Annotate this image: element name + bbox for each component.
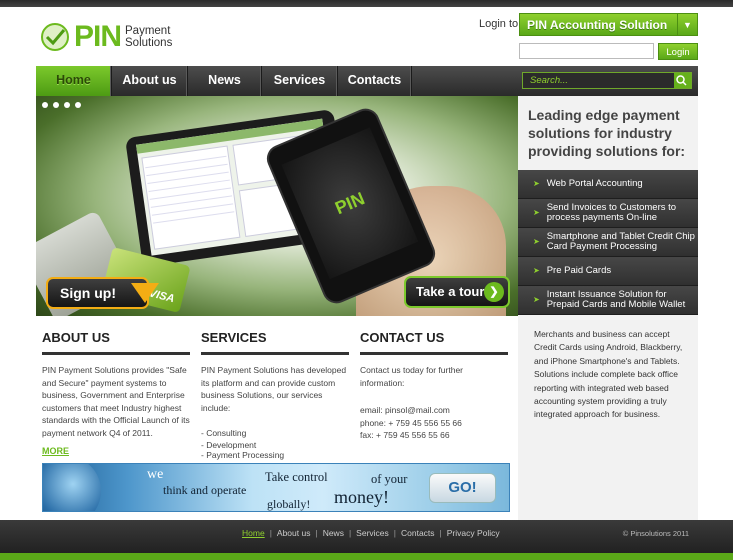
arrow-down-icon	[131, 283, 159, 303]
arrow-right-icon: ➤	[533, 207, 540, 217]
phone-logo: PIN	[281, 127, 419, 280]
about-title: ABOUT US	[42, 330, 190, 355]
more-link[interactable]: MORE	[42, 446, 69, 456]
arrow-right-icon: ➤	[533, 236, 540, 246]
slide-indicators	[42, 102, 81, 108]
search-icon	[676, 75, 687, 86]
slide-dot[interactable]	[42, 102, 48, 108]
footer-accent-bar	[0, 553, 733, 560]
separator: |	[393, 528, 396, 538]
copyright: © Pinsolutions 2011	[622, 529, 689, 538]
contact-fax: fax: + 759 45 556 55 66	[360, 430, 450, 441]
login-select-value: PIN Accounting Solution	[527, 17, 668, 32]
separator: |	[269, 528, 272, 538]
footer-link-contacts[interactable]: Contacts	[401, 528, 435, 538]
solution-item[interactable]: ➤ Pre Paid Cards	[518, 257, 698, 286]
services-text: PIN Payment Solutions has developed its …	[201, 365, 347, 413]
logo-subtitle-line1: Payment	[125, 25, 171, 37]
signup-button[interactable]: Sign up!	[46, 277, 159, 309]
top-bar	[0, 0, 733, 7]
slide-dot[interactable]	[75, 102, 81, 108]
take-tour-button[interactable]: Take a tour ❯	[404, 276, 510, 308]
slide-dot[interactable]	[53, 102, 59, 108]
services-title: SERVICES	[201, 330, 349, 355]
separator: |	[348, 528, 352, 538]
footer-link-news[interactable]: News	[323, 528, 344, 538]
services-list-item: - Consulting	[201, 428, 247, 439]
logo-subtitle-line2: Solutions	[125, 37, 173, 49]
contact-title: CONTACT US	[360, 330, 508, 355]
banner-text-think: think and operate	[163, 483, 247, 497]
login-input[interactable]	[519, 43, 654, 59]
footer-link-home[interactable]: Home	[242, 528, 265, 538]
search-input[interactable]: Search...	[522, 72, 692, 89]
right-panel-heading: Leading edge payment solutions for indus…	[528, 107, 686, 159]
arrow-right-icon: ➤	[533, 265, 540, 275]
signup-label: Sign up!	[60, 285, 116, 301]
contact-details: email: pinsol@mail.com phone: + 759 45 5…	[360, 404, 508, 442]
tour-label: Take a tour	[416, 284, 485, 299]
banner-text-globally: globally!	[267, 497, 311, 511]
arrow-right-icon: ❯	[484, 282, 504, 302]
hero-banner: VISA PIN Sign up! Take a tour ❯	[36, 96, 518, 316]
solution-label: Smartphone and Tablet Credit Chip Card P…	[546, 230, 695, 252]
login-target-select[interactable]: PIN Accounting Solution ▼	[519, 13, 698, 36]
search-button[interactable]	[674, 73, 691, 88]
footer-link-services[interactable]: Services	[356, 528, 389, 538]
solutions-list: ➤ Web Portal Accounting ➤ Send Invoices to…	[518, 170, 698, 315]
services-list-item: - Development	[201, 439, 257, 450]
solution-item[interactable]: ➤ Smartphone and Tablet Credit Chip Card …	[518, 228, 698, 257]
slide-dot[interactable]	[64, 102, 70, 108]
about-text: PIN Payment Solutions provides "Safe and…	[42, 365, 190, 438]
solution-label: Send Invoices to Customers to process pa…	[546, 201, 677, 223]
chevron-down-icon: ▼	[677, 14, 697, 35]
logo-shield-icon	[40, 22, 70, 52]
banner-text-money: money!	[334, 487, 389, 507]
logo-text: PIN	[74, 20, 122, 53]
banner-text-of-your: of your	[371, 472, 408, 486]
nav-news[interactable]: News	[188, 66, 262, 96]
contact-phone: phone: + 759 45 556 55 66	[360, 417, 462, 428]
separator: |	[315, 528, 318, 538]
contact-intro: Contact us today for further information…	[360, 365, 463, 388]
right-panel: Leading edge payment solutions for indus…	[518, 96, 698, 520]
solution-item[interactable]: ➤ Web Portal Accounting	[518, 170, 698, 199]
globe-icon	[43, 464, 101, 511]
footer-links: Home | About us | News | Services | Contacts | Pri…	[242, 528, 500, 538]
search-placeholder: Search...	[530, 75, 569, 86]
contact-section: CONTACT US Contact us today for further …	[360, 330, 508, 442]
nav-home[interactable]: Home	[36, 66, 112, 96]
services-section: SERVICES PIN Payment Solutions has devel…	[201, 330, 349, 460]
solution-item[interactable]: ➤ Instant Issuance Solution for Prepaid C…	[518, 286, 698, 315]
banner-text-we: we	[147, 467, 164, 482]
login-label: Login to:	[479, 18, 522, 30]
banner-text-take: Take control	[265, 470, 328, 484]
arrow-right-icon: ➤	[533, 294, 540, 304]
logo[interactable]: PIN Payment Solutions	[40, 20, 172, 54]
separator: |	[439, 528, 442, 538]
about-section: ABOUT US PIN Payment Solutions provides …	[42, 330, 190, 457]
promo-banner[interactable]: we think and operate globally! Take cont…	[42, 463, 510, 512]
solution-item[interactable]: ➤ Send Invoices to Customers to process p…	[518, 199, 698, 228]
contact-email[interactable]: email: pinsol@mail.com	[360, 404, 508, 417]
solution-label: Web Portal Accounting	[546, 177, 643, 189]
logo-subtitle: Payment Solutions	[125, 25, 172, 49]
arrow-right-icon: ➤	[533, 178, 540, 188]
login-button[interactable]: Login	[658, 43, 698, 60]
footer-link-privacy[interactable]: Privacy Policy	[447, 528, 500, 538]
solution-label: Instant Issuance Solution for Prepaid Ca…	[546, 288, 686, 310]
services-list: - Consulting - Development - Payment Pro…	[201, 427, 349, 460]
nav-about[interactable]: About us	[112, 66, 188, 96]
go-button[interactable]: GO!	[429, 473, 496, 503]
right-panel-text: Merchants and business can accept Credit…	[534, 329, 683, 420]
nav-contacts[interactable]: Contacts	[338, 66, 412, 96]
solution-label: Pre Paid Cards	[546, 264, 612, 276]
footer-link-about[interactable]: About us	[277, 528, 311, 538]
services-list-item: - Payment Processing	[201, 449, 285, 460]
nav-services[interactable]: Services	[262, 66, 338, 96]
